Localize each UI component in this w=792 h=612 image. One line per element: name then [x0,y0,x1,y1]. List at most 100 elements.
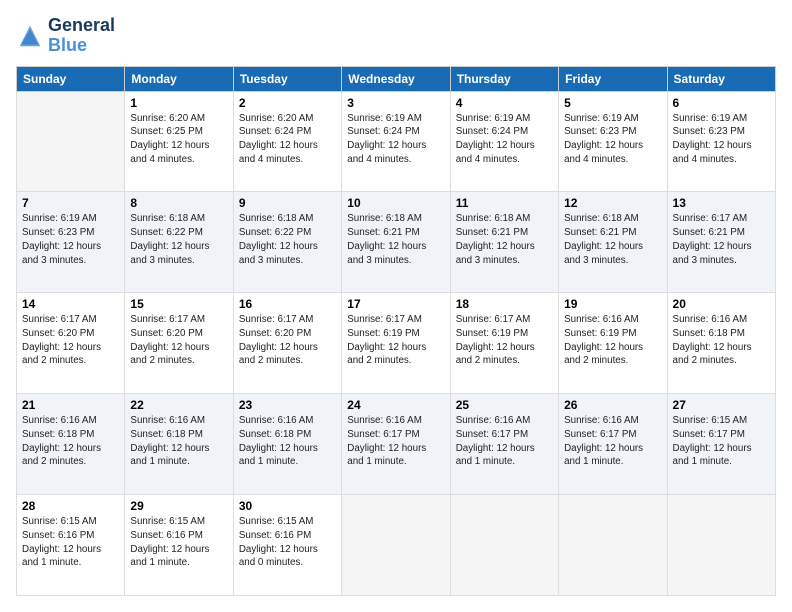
day-number: 18 [456,297,553,311]
calendar-table: SundayMondayTuesdayWednesdayThursdayFrid… [16,66,776,596]
calendar-cell [342,495,450,596]
day-number: 3 [347,96,444,110]
day-number: 12 [564,196,661,210]
calendar-cell: 29 Sunrise: 6:15 AM Sunset: 6:16 PM Dayli… [125,495,233,596]
day-number: 11 [456,196,553,210]
calendar-header-monday: Monday [125,66,233,91]
calendar-cell [559,495,667,596]
day-number: 21 [22,398,119,412]
calendar-cell: 1 Sunrise: 6:20 AM Sunset: 6:25 PM Daylig… [125,91,233,192]
calendar-header-saturday: Saturday [667,66,775,91]
calendar-header-wednesday: Wednesday [342,66,450,91]
day-info: Sunrise: 6:19 AM Sunset: 6:24 PM Dayligh… [456,112,553,167]
day-info: Sunrise: 6:17 AM Sunset: 6:19 PM Dayligh… [456,313,553,368]
day-number: 17 [347,297,444,311]
calendar-cell: 18 Sunrise: 6:17 AM Sunset: 6:19 PM Dayli… [450,293,558,394]
day-number: 19 [564,297,661,311]
calendar-cell: 7 Sunrise: 6:19 AM Sunset: 6:23 PM Daylig… [17,192,125,293]
day-info: Sunrise: 6:19 AM Sunset: 6:24 PM Dayligh… [347,112,444,167]
day-number: 20 [673,297,770,311]
calendar-week-row: 1 Sunrise: 6:20 AM Sunset: 6:25 PM Daylig… [17,91,776,192]
day-number: 23 [239,398,336,412]
day-info: Sunrise: 6:16 AM Sunset: 6:18 PM Dayligh… [239,414,336,469]
day-number: 6 [673,96,770,110]
day-number: 16 [239,297,336,311]
day-info: Sunrise: 6:15 AM Sunset: 6:17 PM Dayligh… [673,414,770,469]
calendar-week-row: 7 Sunrise: 6:19 AM Sunset: 6:23 PM Daylig… [17,192,776,293]
calendar-cell: 12 Sunrise: 6:18 AM Sunset: 6:21 PM Dayli… [559,192,667,293]
day-number: 1 [130,96,227,110]
calendar-cell: 5 Sunrise: 6:19 AM Sunset: 6:23 PM Daylig… [559,91,667,192]
calendar-cell: 14 Sunrise: 6:17 AM Sunset: 6:20 PM Dayli… [17,293,125,394]
calendar-cell: 23 Sunrise: 6:16 AM Sunset: 6:18 PM Dayli… [233,394,341,495]
day-number: 14 [22,297,119,311]
day-info: Sunrise: 6:16 AM Sunset: 6:17 PM Dayligh… [347,414,444,469]
calendar-cell: 9 Sunrise: 6:18 AM Sunset: 6:22 PM Daylig… [233,192,341,293]
day-number: 29 [130,499,227,513]
calendar-cell: 25 Sunrise: 6:16 AM Sunset: 6:17 PM Dayli… [450,394,558,495]
day-info: Sunrise: 6:16 AM Sunset: 6:17 PM Dayligh… [564,414,661,469]
calendar-cell: 26Sunrise: 6:16 AM Sunset: 6:17 PM Dayli… [559,394,667,495]
day-info: Sunrise: 6:17 AM Sunset: 6:20 PM Dayligh… [22,313,119,368]
day-number: 15 [130,297,227,311]
calendar-week-row: 21 Sunrise: 6:16 AM Sunset: 6:18 PM Dayli… [17,394,776,495]
day-info: Sunrise: 6:18 AM Sunset: 6:21 PM Dayligh… [347,212,444,267]
day-number: 30 [239,499,336,513]
day-info: Sunrise: 6:18 AM Sunset: 6:22 PM Dayligh… [239,212,336,267]
calendar-cell: 27 Sunrise: 6:15 AM Sunset: 6:17 PM Dayli… [667,394,775,495]
calendar-cell: 22Sunrise: 6:16 AM Sunset: 6:18 PM Dayli… [125,394,233,495]
calendar-week-row: 14 Sunrise: 6:17 AM Sunset: 6:20 PM Dayli… [17,293,776,394]
logo: General Blue [16,16,115,56]
calendar-cell: 24 Sunrise: 6:16 AM Sunset: 6:17 PM Dayli… [342,394,450,495]
calendar-header-row: SundayMondayTuesdayWednesdayThursdayFrid… [17,66,776,91]
day-number: 27 [673,398,770,412]
day-number: 5 [564,96,661,110]
calendar-cell: 2Sunrise: 6:20 AM Sunset: 6:24 PM Daylig… [233,91,341,192]
calendar-cell: 19Sunrise: 6:16 AM Sunset: 6:19 PM Dayli… [559,293,667,394]
calendar-cell [667,495,775,596]
header: General Blue [16,16,776,56]
day-info: Sunrise: 6:20 AM Sunset: 6:24 PM Dayligh… [239,112,336,167]
calendar-cell: 6 Sunrise: 6:19 AM Sunset: 6:23 PM Daylig… [667,91,775,192]
day-info: Sunrise: 6:18 AM Sunset: 6:21 PM Dayligh… [456,212,553,267]
calendar-cell: 30 Sunrise: 6:15 AM Sunset: 6:16 PM Dayli… [233,495,341,596]
day-number: 7 [22,196,119,210]
day-number: 8 [130,196,227,210]
day-number: 4 [456,96,553,110]
day-info: Sunrise: 6:19 AM Sunset: 6:23 PM Dayligh… [673,112,770,167]
page: General Blue SundayMondayTuesdayWednesda… [0,0,792,612]
day-info: Sunrise: 6:16 AM Sunset: 6:17 PM Dayligh… [456,414,553,469]
calendar-header-tuesday: Tuesday [233,66,341,91]
day-number: 9 [239,196,336,210]
day-info: Sunrise: 6:17 AM Sunset: 6:20 PM Dayligh… [239,313,336,368]
day-info: Sunrise: 6:17 AM Sunset: 6:21 PM Dayligh… [673,212,770,267]
day-info: Sunrise: 6:20 AM Sunset: 6:25 PM Dayligh… [130,112,227,167]
day-number: 10 [347,196,444,210]
calendar-cell: 3 Sunrise: 6:19 AM Sunset: 6:24 PM Daylig… [342,91,450,192]
calendar-week-row: 28 Sunrise: 6:15 AM Sunset: 6:16 PM Dayli… [17,495,776,596]
day-info: Sunrise: 6:16 AM Sunset: 6:18 PM Dayligh… [22,414,119,469]
calendar-cell: 11 Sunrise: 6:18 AM Sunset: 6:21 PM Dayli… [450,192,558,293]
day-info: Sunrise: 6:18 AM Sunset: 6:22 PM Dayligh… [130,212,227,267]
day-info: Sunrise: 6:17 AM Sunset: 6:20 PM Dayligh… [130,313,227,368]
day-info: Sunrise: 6:19 AM Sunset: 6:23 PM Dayligh… [564,112,661,167]
calendar-cell: 10 Sunrise: 6:18 AM Sunset: 6:21 PM Dayli… [342,192,450,293]
day-info: Sunrise: 6:18 AM Sunset: 6:21 PM Dayligh… [564,212,661,267]
day-number: 25 [456,398,553,412]
calendar-cell: 28Sunrise: 6:15 AM Sunset: 6:16 PM Dayli… [17,495,125,596]
day-info: Sunrise: 6:16 AM Sunset: 6:18 PM Dayligh… [673,313,770,368]
day-number: 28 [22,499,119,513]
day-number: 22 [130,398,227,412]
day-number: 13 [673,196,770,210]
calendar-cell: 4 Sunrise: 6:19 AM Sunset: 6:24 PM Daylig… [450,91,558,192]
calendar-cell [17,91,125,192]
day-number: 24 [347,398,444,412]
calendar-cell: 20 Sunrise: 6:16 AM Sunset: 6:18 PM Dayli… [667,293,775,394]
calendar-cell [450,495,558,596]
day-info: Sunrise: 6:15 AM Sunset: 6:16 PM Dayligh… [130,515,227,570]
day-info: Sunrise: 6:15 AM Sunset: 6:16 PM Dayligh… [239,515,336,570]
day-info: Sunrise: 6:19 AM Sunset: 6:23 PM Dayligh… [22,212,119,267]
calendar-header-friday: Friday [559,66,667,91]
calendar-cell: 8 Sunrise: 6:18 AM Sunset: 6:22 PM Daylig… [125,192,233,293]
calendar-cell: 15 Sunrise: 6:17 AM Sunset: 6:20 PM Dayli… [125,293,233,394]
